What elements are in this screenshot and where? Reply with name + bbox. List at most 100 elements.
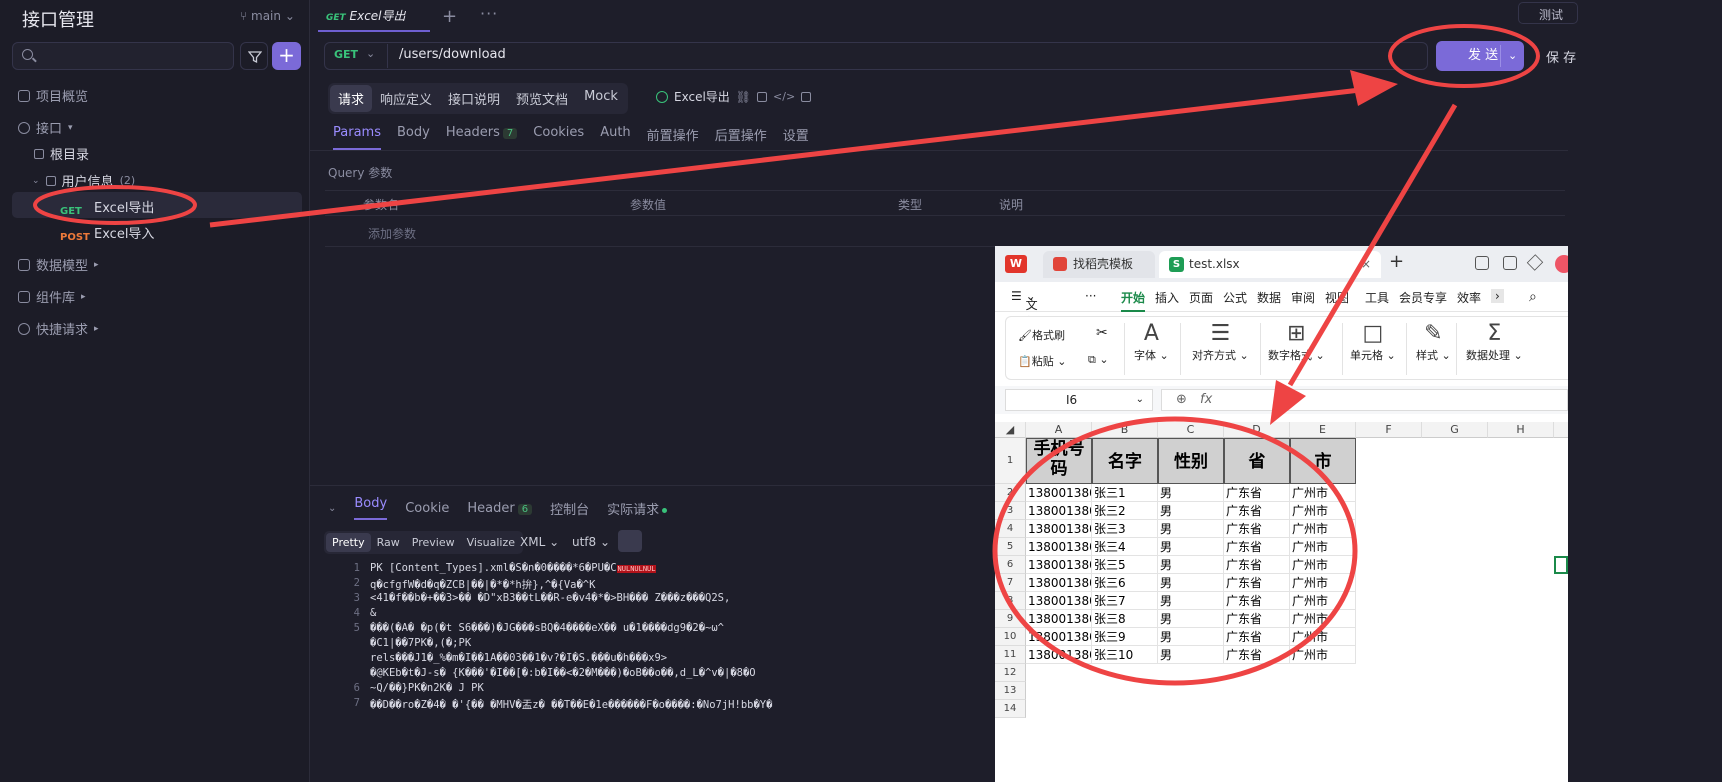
table-cell[interactable]: 张三10 — [1092, 646, 1158, 664]
col-header[interactable]: C — [1158, 422, 1224, 438]
table-cell[interactable]: 广东省 — [1224, 592, 1290, 610]
tab-auth[interactable]: Auth — [600, 125, 630, 150]
fmt-preview[interactable]: Preview — [406, 533, 461, 552]
table-cell[interactable]: 男 — [1158, 502, 1224, 520]
menu-home[interactable]: 开始 — [1121, 289, 1145, 312]
wps-logo-icon[interactable]: W — [1005, 255, 1027, 273]
row-header[interactable]: 3 — [995, 502, 1026, 520]
tab-preview-doc[interactable]: 预览文档 — [508, 85, 576, 112]
table-cell[interactable]: 1380013800 — [1026, 592, 1092, 610]
paste-button[interactable]: 📋粘贴 ⌄ — [1018, 353, 1066, 369]
header-cell[interactable]: 性别 — [1158, 438, 1224, 484]
nav-quick-request[interactable]: 快捷请求 ▸ — [18, 319, 99, 338]
add-button[interactable]: + — [272, 42, 301, 70]
header-cell[interactable]: 省 — [1224, 438, 1290, 484]
table-cell[interactable]: 广东省 — [1224, 556, 1290, 574]
tab-excel-export[interactable]: GET Excel导出 — [318, 0, 430, 32]
table-cell[interactable]: 1380013800 — [1026, 556, 1092, 574]
row-header[interactable]: 2 — [995, 484, 1026, 502]
table-cell[interactable]: 男 — [1158, 484, 1224, 502]
table-cell[interactable]: 男 — [1158, 628, 1224, 646]
tab-mock[interactable]: Mock — [576, 85, 626, 112]
menu-view[interactable]: 视图 — [1325, 289, 1349, 306]
branch-selector[interactable]: ⑂ main ⌄ — [240, 9, 295, 23]
menu-data[interactable]: 数据 — [1257, 289, 1281, 306]
cell-button[interactable]: □ 单元格 ⌄ — [1350, 321, 1396, 363]
table-cell[interactable]: 张三3 — [1092, 520, 1158, 538]
menu-page[interactable]: 页面 — [1189, 289, 1213, 306]
new-tab-button[interactable]: + — [442, 6, 457, 27]
col-header[interactable]: D — [1224, 422, 1290, 438]
tree-root[interactable]: 根目录 — [34, 144, 89, 163]
save-button[interactable]: 保 存 — [1546, 47, 1576, 66]
spreadsheet-grid[interactable]: ◢ A B C D E F G H 1 2 3 4 5 6 7 8 9 10 11 12 13 14 手机号… — [995, 422, 1568, 782]
table-cell[interactable]: 广东省 — [1224, 502, 1290, 520]
url-path[interactable]: /users/download — [399, 47, 506, 62]
nav-data-model[interactable]: 数据模型 ▸ — [18, 255, 99, 274]
table-cell[interactable]: 男 — [1158, 574, 1224, 592]
table-cell[interactable]: 1380013800 — [1026, 646, 1092, 664]
tree-folder-user[interactable]: ⌄ 用户信息 (2) — [32, 171, 135, 190]
method-select[interactable]: GET — [334, 48, 358, 61]
chevron-down-icon[interactable]: ⌄ — [1508, 41, 1517, 71]
table-cell[interactable]: 广东省 — [1224, 610, 1290, 628]
table-cell[interactable]: 张三6 — [1092, 574, 1158, 592]
cut-icon[interactable]: ✂ — [1096, 325, 1108, 341]
table-cell[interactable]: 广州市 — [1290, 646, 1356, 664]
table-cell[interactable]: 广州市 — [1290, 574, 1356, 592]
row-header[interactable]: 14 — [995, 700, 1026, 718]
table-cell[interactable]: 1380013800 — [1026, 610, 1092, 628]
nav-components[interactable]: 组件库 ▸ — [18, 287, 86, 306]
row-header[interactable]: 10 — [995, 628, 1026, 646]
copy-icon[interactable] — [757, 92, 767, 102]
table-cell[interactable]: 1380013800 — [1026, 484, 1092, 502]
table-cell[interactable]: 广州市 — [1290, 484, 1356, 502]
col-header[interactable]: E — [1290, 422, 1356, 438]
collapse-icon[interactable]: ⌄ — [328, 503, 336, 514]
table-cell[interactable]: 广州市 — [1290, 592, 1356, 610]
col-header[interactable]: A — [1026, 422, 1092, 438]
select-all-corner[interactable]: ◢ — [995, 422, 1026, 438]
tab-settings[interactable]: 设置 — [783, 125, 809, 150]
menu-review[interactable]: 审阅 — [1291, 289, 1315, 306]
table-cell[interactable]: 男 — [1158, 592, 1224, 610]
table-cell[interactable]: 男 — [1158, 520, 1224, 538]
menu-tools[interactable]: 工具 — [1365, 289, 1389, 306]
tab-template[interactable]: 找稻壳模板 — [1043, 251, 1155, 278]
tab-test-xlsx[interactable]: Stest.xlsx × — [1159, 251, 1381, 278]
table-cell[interactable]: 广东省 — [1224, 574, 1290, 592]
close-icon[interactable]: × — [1361, 251, 1371, 278]
table-cell[interactable]: 广州市 — [1290, 538, 1356, 556]
tab-cookies[interactable]: Cookies — [533, 125, 584, 150]
row-header[interactable]: 7 — [995, 574, 1026, 592]
search-icon[interactable]: ⌕ — [1529, 289, 1537, 305]
row-header[interactable]: 6 — [995, 556, 1026, 574]
number-format-button[interactable]: ⊞ 数字格式 ⌄ — [1268, 321, 1325, 363]
tab-actual-request[interactable]: 实际请求 — [607, 499, 667, 518]
menu-file[interactable]: ☰ 文件 ⌄ — [1011, 289, 1036, 303]
link-icon[interactable]: ⛓ — [736, 90, 751, 104]
col-header[interactable]: G — [1422, 422, 1488, 438]
col-header[interactable]: F — [1356, 422, 1422, 438]
tab-api-doc[interactable]: 接口说明 — [440, 85, 508, 112]
menu-efficiency[interactable]: 效率 — [1457, 289, 1481, 306]
table-cell[interactable]: 张三2 — [1092, 502, 1158, 520]
restore-icon[interactable] — [1503, 256, 1517, 270]
chevron-right-icon[interactable]: › — [1491, 289, 1504, 303]
fmt-pretty[interactable]: Pretty — [326, 533, 371, 552]
tab-params[interactable]: Params — [333, 125, 381, 150]
col-header[interactable]: B — [1092, 422, 1158, 438]
row-header[interactable]: 11 — [995, 646, 1026, 664]
tab-resp-header[interactable]: Header 6 — [467, 501, 532, 516]
table-cell[interactable]: 男 — [1158, 646, 1224, 664]
header-cell[interactable]: 市 — [1290, 438, 1356, 484]
nav-overview[interactable]: 项目概览 — [18, 86, 88, 105]
panel-icon[interactable] — [801, 92, 811, 102]
encoding-select[interactable]: utf8 ⌄ — [572, 535, 610, 549]
col-header[interactable]: H — [1488, 422, 1554, 438]
add-param-input[interactable]: 添加参数 — [368, 225, 416, 242]
table-cell[interactable]: 男 — [1158, 556, 1224, 574]
code-icon[interactable]: </> — [773, 90, 795, 103]
format-type-select[interactable]: XML ⌄ — [520, 535, 559, 549]
row-header[interactable]: 9 — [995, 610, 1026, 628]
